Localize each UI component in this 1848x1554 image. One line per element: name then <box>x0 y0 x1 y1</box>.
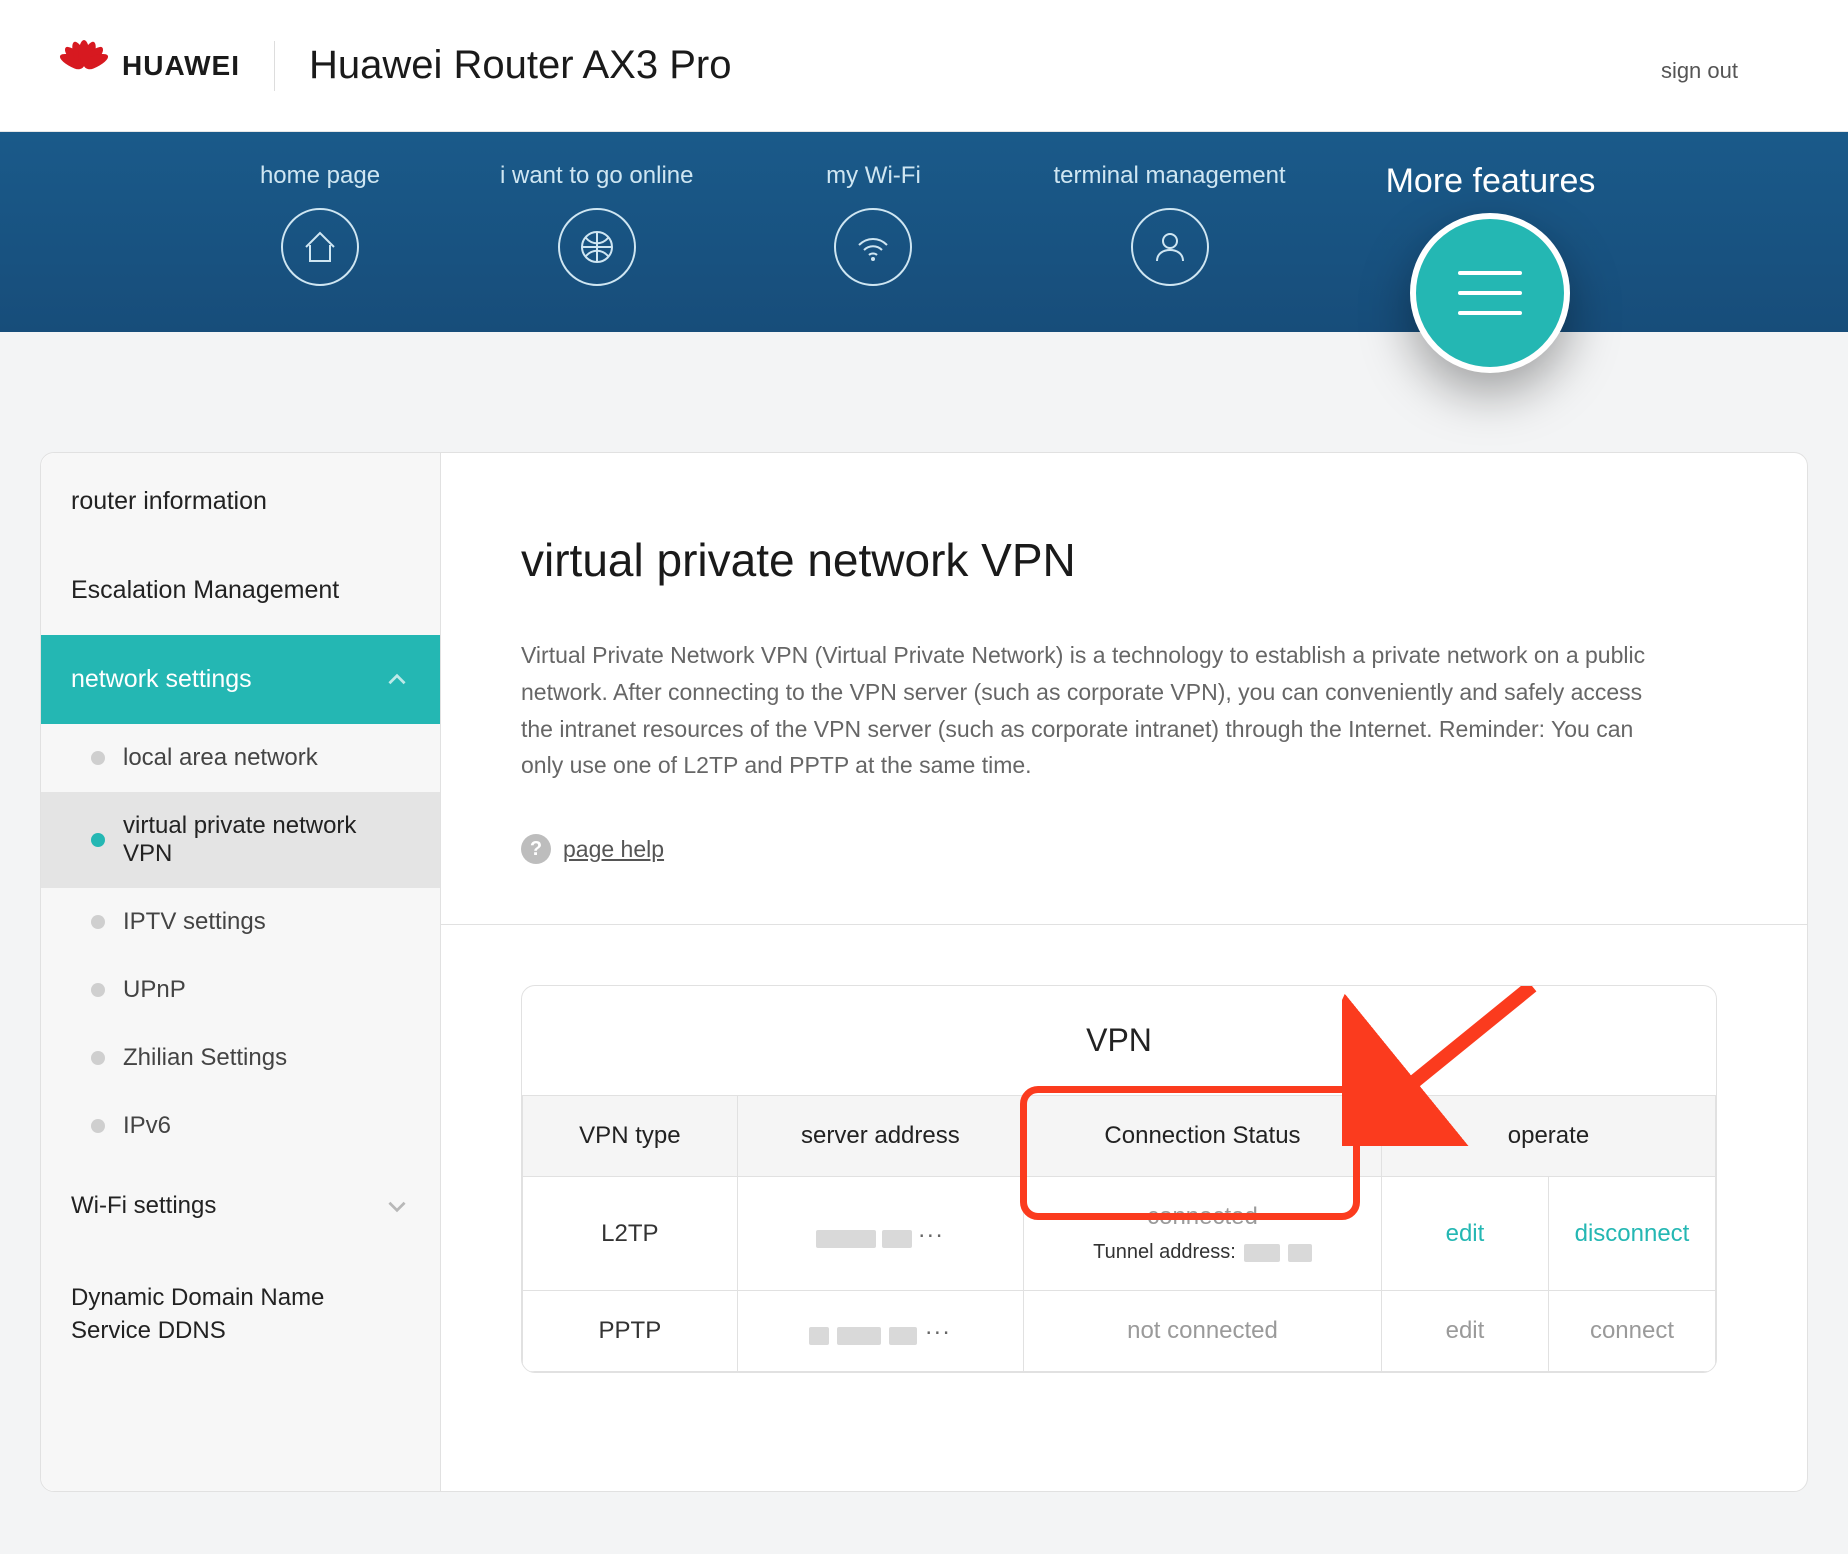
table-header-row: VPN type server address Connection Statu… <box>523 1096 1716 1177</box>
redacted-value <box>1244 1244 1280 1262</box>
status-text: not connected <box>1127 1317 1278 1344</box>
sidebar-item-label: IPv6 <box>123 1112 171 1140</box>
cell-connection-status: not connected <box>1024 1291 1382 1372</box>
redacted-value <box>1288 1244 1312 1262</box>
nav-label: terminal management <box>1053 162 1285 190</box>
bullet-icon <box>91 1119 105 1133</box>
router-title: Huawei Router AX3 Pro <box>309 43 731 88</box>
sidebar-sub-ipv6[interactable]: IPv6 <box>41 1092 440 1160</box>
col-status: Connection Status <box>1024 1096 1382 1177</box>
sidebar-sub-upnp[interactable]: UPnP <box>41 956 440 1024</box>
sidebar-sub-zhilian-settings[interactable]: Zhilian Settings <box>41 1024 440 1092</box>
nav-label: More features <box>1386 162 1596 201</box>
page-body: router information Escalation Management… <box>0 332 1848 1492</box>
sidebar-item-label: virtual private network VPN <box>123 812 410 868</box>
vpn-table: VPN type server address Connection Statu… <box>522 1095 1716 1372</box>
bullet-icon <box>91 751 105 765</box>
col-vpn-type: VPN type <box>523 1096 738 1177</box>
edit-button[interactable]: edit <box>1446 1220 1485 1247</box>
sidebar-group-network-settings[interactable]: network settings <box>41 635 440 724</box>
huawei-petals-icon <box>60 42 108 90</box>
sidebar-sub-iptv-settings[interactable]: IPTV settings <box>41 888 440 956</box>
top-header: HUAWEI Huawei Router AX3 Pro sign out <box>0 0 1848 132</box>
cell-connection-status: connected Tunnel address: <box>1024 1177 1382 1291</box>
cell-vpn-type: L2TP <box>523 1177 738 1291</box>
nav-home[interactable]: home page <box>240 162 400 286</box>
sidebar-item-escalation-management[interactable]: Escalation Management <box>41 546 440 635</box>
bullet-icon <box>91 983 105 997</box>
sidebar-item-label: Escalation Management <box>71 576 339 605</box>
chevron-up-icon <box>384 667 410 693</box>
vpn-card-title: VPN <box>522 986 1716 1095</box>
sidebar-sub-local-area-network[interactable]: local area network <box>41 724 440 792</box>
disconnect-button[interactable]: disconnect <box>1575 1220 1690 1247</box>
nav-terminal-management[interactable]: terminal management <box>1053 162 1285 286</box>
page-description: Virtual Private Network VPN (Virtual Pri… <box>521 637 1671 784</box>
sidebar-item-router-information[interactable]: router information <box>41 457 440 546</box>
home-icon <box>281 208 359 286</box>
nav-more-features[interactable]: More features <box>1386 162 1596 369</box>
bullet-icon <box>91 915 105 929</box>
tunnel-address-label: Tunnel address: <box>1093 1241 1236 1264</box>
nav-my-wifi[interactable]: my Wi-Fi <box>793 162 953 286</box>
divider <box>274 41 275 91</box>
sidebar-item-label: Wi-Fi settings <box>71 1190 216 1222</box>
page-title: virtual private network VPN <box>521 533 1717 587</box>
col-server: server address <box>737 1096 1023 1177</box>
table-row: PPTP ... not connected <box>523 1291 1716 1372</box>
cell-server-address: ... <box>737 1291 1023 1372</box>
sidebar-item-label: UPnP <box>123 976 186 1004</box>
cell-server-address: ... <box>737 1177 1023 1291</box>
nav-go-online[interactable]: i want to go online <box>500 162 693 286</box>
vpn-card: VPN VPN type server address Connection S… <box>521 985 1717 1373</box>
primary-nav: home page i want to go online my Wi-Fi t… <box>0 132 1848 332</box>
edit-button[interactable]: edit <box>1446 1317 1485 1344</box>
table-row: L2TP ... connected <box>523 1177 1716 1291</box>
sidebar: router information Escalation Management… <box>41 453 441 1491</box>
page-help-link[interactable]: page help <box>563 836 664 863</box>
redacted-text: ... <box>918 1216 944 1244</box>
sidebar-group-wifi-settings[interactable]: Wi-Fi settings <box>41 1160 440 1252</box>
redacted-text: ... <box>925 1313 951 1341</box>
nav-label: home page <box>260 162 380 190</box>
sidebar-sub-vpn[interactable]: virtual private network VPN <box>41 792 440 888</box>
section-divider <box>441 924 1807 925</box>
brand-logo: HUAWEI <box>60 42 240 90</box>
sign-out-link[interactable]: sign out <box>1661 58 1738 84</box>
bullet-icon <box>91 833 105 847</box>
nav-label: my Wi-Fi <box>826 162 921 190</box>
hamburger-icon <box>1410 213 1570 373</box>
chevron-down-icon <box>384 1193 410 1219</box>
nav-label: i want to go online <box>500 162 693 190</box>
wifi-icon <box>834 208 912 286</box>
connect-button[interactable]: connect <box>1590 1317 1674 1344</box>
globe-icon <box>558 208 636 286</box>
user-icon <box>1131 208 1209 286</box>
sidebar-item-ddns[interactable]: Dynamic Domain Name Service DDNS <box>41 1252 440 1377</box>
main-content: virtual private network VPN Virtual Priv… <box>441 453 1807 1491</box>
sidebar-item-label: Zhilian Settings <box>123 1044 287 1072</box>
content-panel: router information Escalation Management… <box>40 452 1808 1492</box>
sidebar-item-label: IPTV settings <box>123 908 266 936</box>
brand-text: HUAWEI <box>122 50 240 82</box>
sidebar-item-label: local area network <box>123 744 318 772</box>
sidebar-item-label: router information <box>71 487 267 516</box>
cell-vpn-type: PPTP <box>523 1291 738 1372</box>
page-help-row: ? page help <box>521 834 1717 864</box>
status-text: connected <box>1147 1203 1258 1231</box>
help-icon: ? <box>521 834 551 864</box>
col-operate: operate <box>1381 1096 1715 1177</box>
bullet-icon <box>91 1051 105 1065</box>
sidebar-item-label: Dynamic Domain Name Service DDNS <box>71 1282 371 1347</box>
sidebar-item-label: network settings <box>71 665 252 694</box>
